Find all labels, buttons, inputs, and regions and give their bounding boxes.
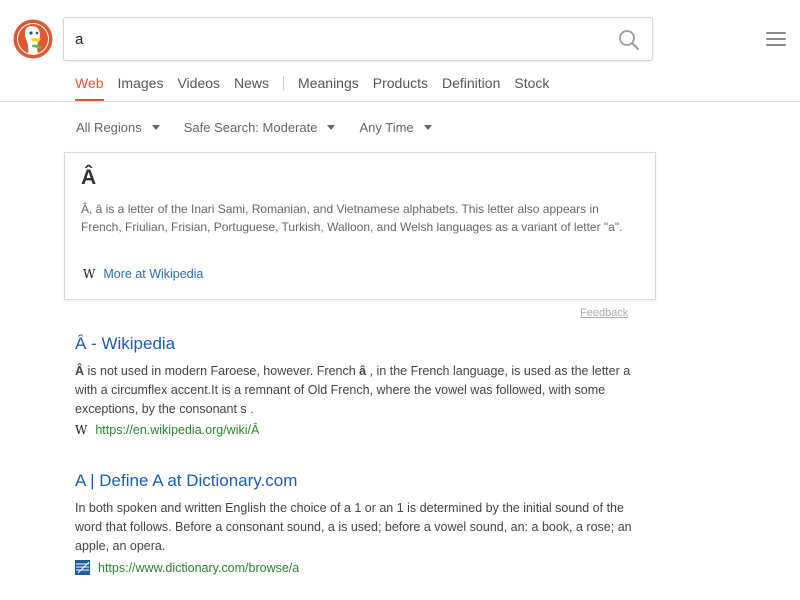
hamburger-menu-icon[interactable] (766, 32, 786, 48)
search-result: Â - Wikipedia Â is not used in modern Fa… (75, 334, 650, 437)
time-filter-label: Any Time (359, 120, 414, 135)
more-at-wikipedia-link[interactable]: More at Wikipedia (103, 267, 203, 281)
wikipedia-icon: W (83, 267, 96, 281)
result-url-link[interactable]: https://en.wikipedia.org/wiki/Â (95, 423, 259, 437)
menu-line (766, 44, 786, 46)
region-filter-label: All Regions (76, 120, 142, 135)
tab-stock[interactable]: Stock (514, 75, 549, 101)
search-icon[interactable] (618, 29, 640, 51)
safe-search-dropdown[interactable]: Safe Search: Moderate (184, 120, 336, 135)
search-box (63, 17, 653, 61)
time-filter-dropdown[interactable]: Any Time (359, 120, 432, 135)
instant-answer-title: Â (81, 166, 97, 189)
dictionary-icon (75, 560, 90, 575)
header: Web Images Videos News Meanings Products… (0, 0, 800, 102)
result-title-link[interactable]: Â - Wikipedia (75, 334, 650, 354)
duckduckgo-logo[interactable] (13, 19, 53, 59)
tab-news[interactable]: News (234, 75, 269, 101)
result-url: https://www.dictionary.com/browse/a (75, 560, 650, 575)
instant-answer-box: Â Â, â is a letter of the Inari Sami, Ro… (64, 152, 656, 300)
tab-divider (283, 76, 285, 90)
more-at-wikipedia: W More at Wikipedia (83, 267, 203, 281)
tab-images[interactable]: Images (118, 75, 164, 101)
result-url: W https://en.wikipedia.org/wiki/Â (75, 423, 650, 437)
caret-down-icon (327, 125, 336, 130)
result-title-link[interactable]: A | Define A at Dictionary.com (75, 471, 650, 491)
menu-line (766, 32, 786, 34)
result-snippet: In both spoken and written English the c… (75, 501, 632, 553)
result-url-link[interactable]: https://www.dictionary.com/browse/a (98, 561, 299, 575)
tab-products[interactable]: Products (373, 75, 428, 101)
wikipedia-icon: W (75, 423, 88, 437)
result-snippet: Â is not used in modern Faroese, however… (75, 362, 650, 419)
snippet-text: is not used in modern Faroese, however. … (84, 364, 360, 378)
region-filter-dropdown[interactable]: All Regions (76, 120, 160, 135)
tab-web[interactable]: Web (75, 75, 104, 101)
search-result: A | Define A at Dictionary.com In both s… (75, 471, 650, 575)
snippet-highlight: Â (75, 364, 85, 378)
search-input[interactable] (75, 18, 595, 60)
menu-line (766, 38, 786, 40)
caret-down-icon (423, 125, 432, 130)
tab-videos[interactable]: Videos (177, 75, 220, 101)
instant-answer-text: Â, â is a letter of the Inari Sami, Roma… (81, 202, 623, 234)
tab-meanings[interactable]: Meanings (298, 75, 359, 101)
feedback-link[interactable]: Feedback (580, 307, 628, 319)
tab-definition[interactable]: Definition (442, 75, 500, 101)
caret-down-icon (151, 125, 160, 130)
search-tabs: Web Images Videos News Meanings Products… (75, 75, 563, 101)
search-filters: All Regions Safe Search: Moderate Any Ti… (76, 120, 456, 135)
safe-search-label: Safe Search: Moderate (183, 120, 318, 135)
